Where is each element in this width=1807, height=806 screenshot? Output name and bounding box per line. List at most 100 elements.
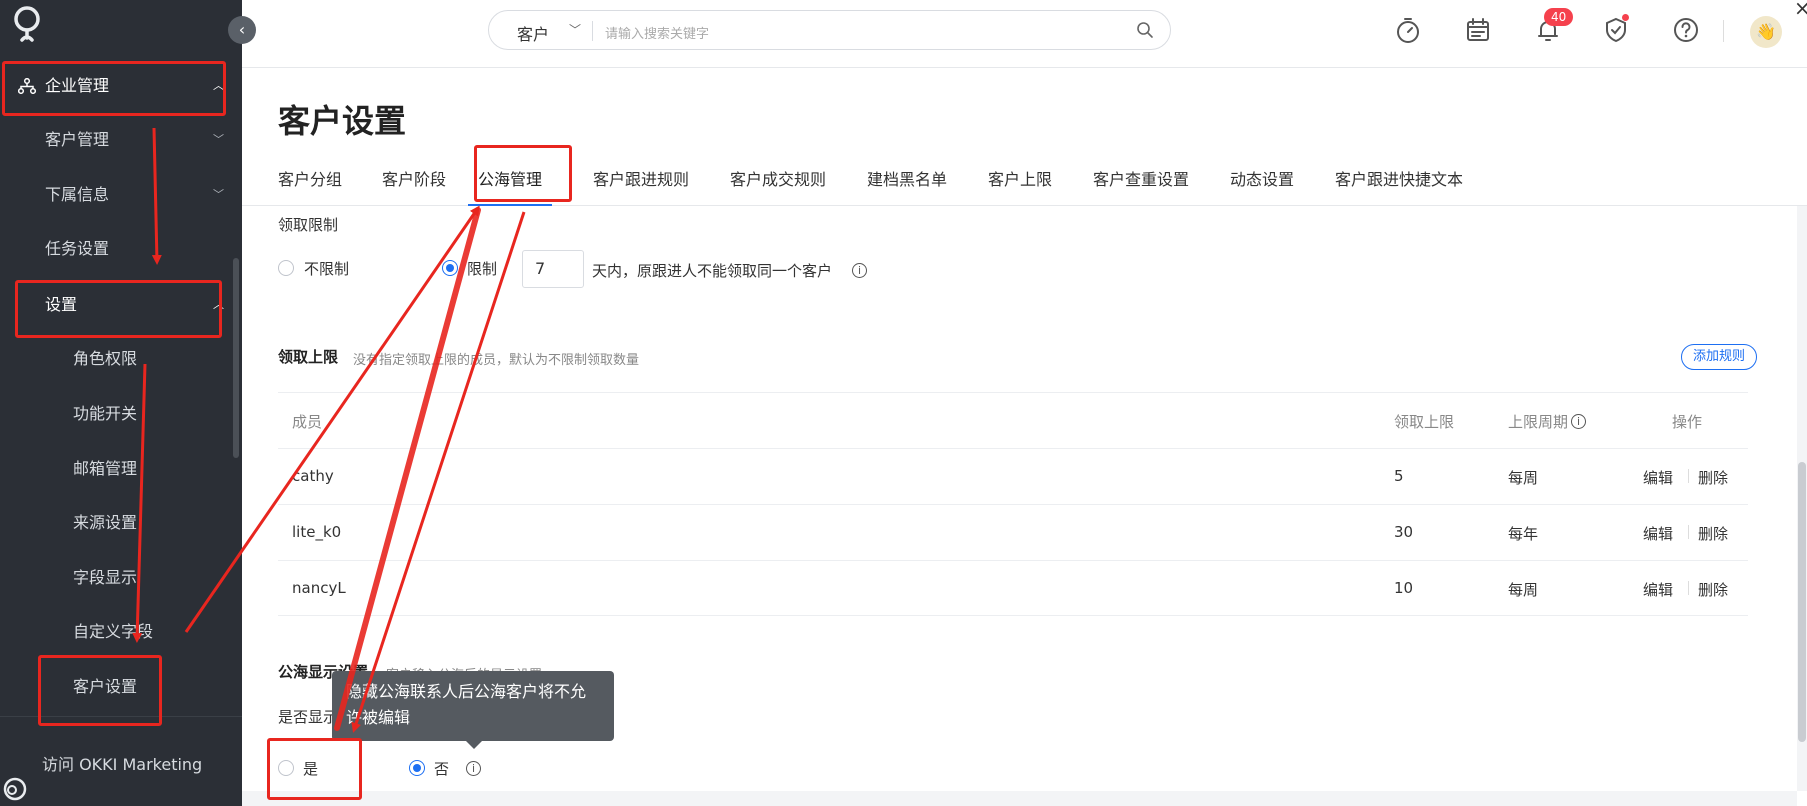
sidebar-item-label: 任务设置 bbox=[45, 239, 110, 258]
sidebar-item-sub-info[interactable]: 下属信息 ﹀ bbox=[0, 175, 242, 215]
sidebar-item-custom-field[interactable]: 自定义字段 bbox=[0, 612, 242, 652]
search-input[interactable]: 请输入搜索关键字 bbox=[605, 23, 709, 42]
okki-marketing-link[interactable]: 访问 OKKI Marketing bbox=[42, 751, 202, 775]
info-icon[interactable]: i bbox=[1571, 414, 1586, 429]
app-logo-icon[interactable] bbox=[10, 4, 44, 44]
radio-show-no[interactable] bbox=[409, 760, 425, 776]
table-row: cathy 5 每周 编辑 删除 bbox=[278, 448, 1748, 504]
search-scope-select[interactable]: 客户 bbox=[517, 21, 549, 45]
tab-follow-rules[interactable]: 客户跟进规则 bbox=[593, 166, 689, 206]
chevron-down-icon[interactable]: ﹀ bbox=[569, 21, 581, 38]
days-suffix: 天内，原跟进人不能领取同一个客户 bbox=[592, 262, 833, 280]
member-cell: cathy bbox=[292, 467, 334, 485]
radio-yes-label: 是 bbox=[303, 760, 319, 778]
column-header: 领取上限 bbox=[1394, 413, 1455, 431]
sidebar-item-customer-settings[interactable]: 客户设置 bbox=[0, 667, 242, 707]
close-icon[interactable]: × bbox=[1794, 0, 1807, 20]
horizontal-scrollbar[interactable] bbox=[242, 791, 1797, 806]
tab-quick-text[interactable]: 客户跟进快捷文本 bbox=[1335, 166, 1463, 206]
delete-link[interactable]: 删除 bbox=[1698, 467, 1728, 488]
global-search: 客户 ﹀ 请输入搜索关键字 bbox=[488, 10, 1171, 50]
sidebar-item-label: 下属信息 bbox=[45, 185, 110, 204]
member-cell: nancyL bbox=[292, 579, 346, 597]
days-input[interactable]: 7 bbox=[522, 250, 584, 288]
tab-customer-group[interactable]: 客户分组 bbox=[278, 166, 342, 206]
edit-link[interactable]: 编辑 bbox=[1643, 579, 1673, 600]
column-header: 成员 bbox=[292, 413, 323, 431]
radio-limited-label: 限制 bbox=[467, 260, 498, 278]
info-icon[interactable]: i bbox=[852, 263, 867, 278]
sidebar-scrollbar[interactable] bbox=[233, 258, 239, 458]
table-row: lite_k0 30 每年 编辑 删除 bbox=[278, 504, 1748, 560]
sidebar-item-task-settings[interactable]: 任务设置 bbox=[0, 229, 242, 269]
sidebar: 企业管理 ︿ 客户管理 ﹀ 下属信息 ﹀ 任务设置 设置 ︿ 角色权限 功能开关… bbox=[0, 0, 242, 806]
radio-show-yes[interactable] bbox=[278, 760, 294, 776]
op-divider bbox=[1688, 469, 1689, 483]
table-row: nancyL 10 每周 编辑 删除 bbox=[278, 560, 1748, 616]
user-avatar[interactable]: 👋 bbox=[1750, 16, 1782, 48]
sidebar-item-source-settings[interactable]: 来源设置 bbox=[0, 503, 242, 543]
timer-icon[interactable] bbox=[1392, 14, 1424, 46]
chevron-down-icon: ﹀ bbox=[213, 188, 224, 201]
sidebar-item-label: 字段显示 bbox=[73, 568, 138, 587]
vertical-scrollbar[interactable] bbox=[1797, 206, 1807, 791]
help-icon[interactable] bbox=[1670, 14, 1702, 46]
chevron-up-icon: ︿ bbox=[213, 298, 224, 311]
column-header: 操作 bbox=[1672, 413, 1703, 431]
add-rule-button[interactable]: 添加规则 bbox=[1681, 344, 1757, 370]
sidebar-item-role-permission[interactable]: 角色权限 bbox=[0, 339, 242, 379]
sidebar-item-label: 客户管理 bbox=[45, 130, 110, 149]
info-icon[interactable]: i bbox=[466, 761, 481, 776]
sidebar-item-field-display[interactable]: 字段显示 bbox=[0, 558, 242, 598]
claim-cap-desc: 没有指定领取上限的成员，默认为不限制领取数量 bbox=[353, 353, 640, 368]
chevron-down-icon: ﹀ bbox=[213, 133, 224, 146]
tab-deal-rules[interactable]: 客户成交规则 bbox=[730, 166, 826, 206]
collapse-sidebar-button[interactable]: ‹ bbox=[228, 16, 256, 44]
tab-customer-stage[interactable]: 客户阶段 bbox=[382, 166, 446, 206]
sidebar-item-label: 客户设置 bbox=[73, 677, 138, 696]
sidebar-group-enterprise[interactable]: 企业管理 ︿ bbox=[0, 66, 242, 106]
radio-unlimited[interactable] bbox=[278, 260, 294, 276]
period-cell: 每周 bbox=[1508, 581, 1539, 599]
member-cell: lite_k0 bbox=[292, 523, 342, 541]
org-chart-icon bbox=[18, 78, 36, 94]
column-header: 上限周期 bbox=[1508, 413, 1569, 431]
radio-limited[interactable] bbox=[442, 260, 458, 276]
sidebar-item-label: 自定义字段 bbox=[73, 622, 154, 641]
tab-customer-cap[interactable]: 客户上限 bbox=[988, 166, 1052, 206]
sidebar-item-label: 角色权限 bbox=[73, 349, 138, 368]
top-bar: 客户 ﹀ 请输入搜索关键字 40 👋 × bbox=[242, 0, 1807, 68]
tab-duplicate-check[interactable]: 客户查重设置 bbox=[1093, 166, 1189, 206]
refresh-loop-icon[interactable] bbox=[2, 776, 28, 802]
claim-limit-title: 领取限制 bbox=[278, 216, 339, 234]
period-cell: 每年 bbox=[1508, 525, 1539, 543]
tab-blacklist[interactable]: 建档黑名单 bbox=[867, 166, 947, 206]
cap-cell: 5 bbox=[1394, 467, 1404, 485]
delete-link[interactable]: 删除 bbox=[1698, 523, 1728, 544]
sidebar-item-feature-switch[interactable]: 功能开关 bbox=[0, 394, 242, 434]
sidebar-item-label: 来源设置 bbox=[73, 513, 138, 532]
sidebar-group-settings[interactable]: 设置 ︿ bbox=[0, 285, 242, 325]
calendar-icon[interactable] bbox=[1462, 14, 1494, 46]
search-icon[interactable] bbox=[1136, 21, 1154, 39]
delete-link[interactable]: 删除 bbox=[1698, 579, 1728, 600]
edit-link[interactable]: 编辑 bbox=[1643, 523, 1673, 544]
tooltip: 隐藏公海联系人后公海客户将不允许被编辑 bbox=[332, 671, 614, 749]
claim-cap-title: 领取上限 bbox=[278, 348, 339, 366]
scrollbar-thumb[interactable] bbox=[1798, 462, 1806, 742]
security-alert-dot bbox=[1622, 14, 1629, 21]
table-header-row: 成员 领取上限 上限周期 i 操作 bbox=[278, 392, 1748, 448]
op-divider bbox=[1688, 581, 1689, 595]
sidebar-item-customer-mgmt[interactable]: 客户管理 ﹀ bbox=[0, 120, 242, 160]
notification-badge: 40 bbox=[1544, 8, 1574, 26]
sidebar-group-label: 企业管理 bbox=[45, 76, 110, 95]
radio-no-label: 否 bbox=[434, 760, 450, 778]
cap-cell: 30 bbox=[1394, 523, 1414, 541]
sidebar-item-mailbox[interactable]: 邮箱管理 bbox=[0, 449, 242, 489]
sidebar-item-label: 功能开关 bbox=[73, 404, 138, 423]
tab-public-pool[interactable]: 公海管理 bbox=[468, 166, 553, 206]
edit-link[interactable]: 编辑 bbox=[1643, 467, 1673, 488]
op-divider bbox=[1688, 525, 1689, 539]
search-divider bbox=[592, 21, 593, 41]
tab-dynamic-settings[interactable]: 动态设置 bbox=[1230, 166, 1294, 206]
